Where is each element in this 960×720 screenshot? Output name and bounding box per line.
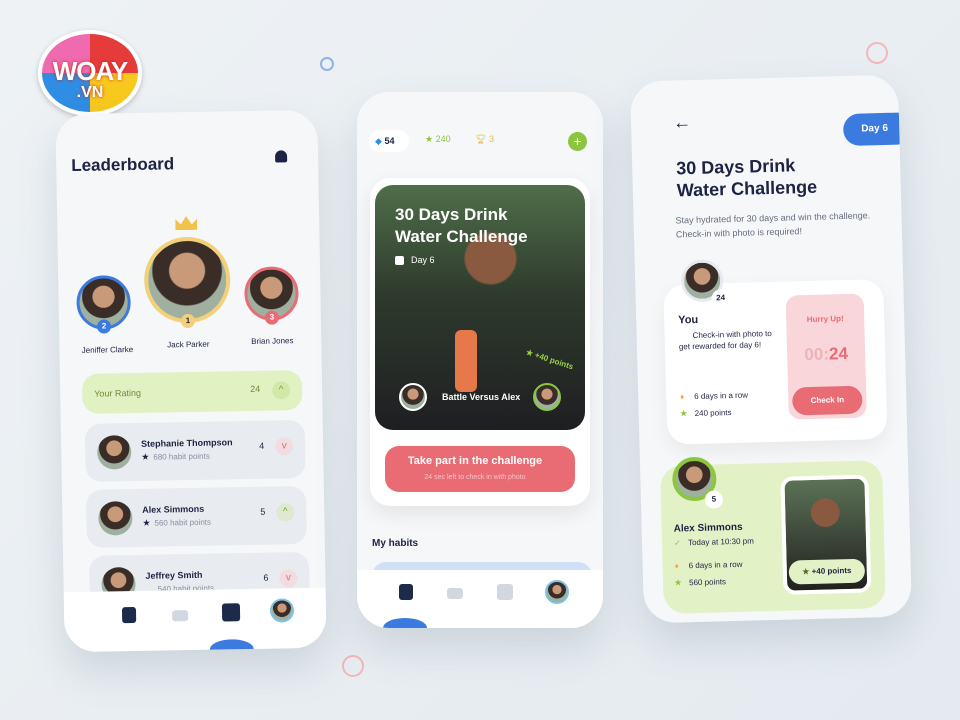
fire-icon: ♦ — [680, 392, 685, 402]
star-icon: ★ — [141, 451, 150, 462]
podium-name: Jack Parker — [167, 339, 210, 350]
diamond-icon: ◆ — [375, 136, 382, 146]
decor-circle — [320, 57, 334, 71]
alex-card: 5 Alex Simmons ✓ Today at 10:30 pm ♦ 6 d… — [660, 456, 886, 614]
gamepad-icon[interactable] — [447, 588, 463, 599]
chevron-down-icon[interactable]: v — [279, 569, 298, 588]
crown-icon — [175, 216, 197, 230]
star-icon: ★ — [425, 134, 434, 144]
hurry-card: Hurry Up! 00:24 Check In — [785, 293, 867, 420]
challenge-detail-screen: ← Day 6 30 Days Drink Water Challenge St… — [629, 74, 913, 624]
table-row[interactable]: Stephanie Thompson 680 habit points ★ 4 … — [84, 420, 306, 482]
logo: WOAY .VN — [38, 30, 142, 116]
gems-stat: ◆ 54 — [369, 130, 409, 152]
decor-circle — [866, 42, 888, 64]
countdown: 00:24 — [804, 343, 849, 365]
challenge-photo: 30 Days Drink Water Challenge Day 6 ★ +4… — [375, 185, 585, 430]
bottom-nav — [63, 587, 327, 653]
stars-stat: ★ 240 — [425, 134, 451, 144]
avatar[interactable] — [399, 383, 427, 411]
calendar-icon — [395, 256, 404, 265]
add-button[interactable]: + — [568, 132, 587, 151]
day-pill: Day 6 — [842, 112, 913, 147]
trophies-stat: 🏆︎ 3 — [475, 134, 494, 144]
bell-icon[interactable] — [274, 150, 288, 163]
chevron-up-icon[interactable]: ^ — [272, 381, 291, 400]
avatar[interactable] — [143, 236, 231, 324]
chevron-up-icon[interactable]: ^ — [276, 503, 295, 522]
avatar[interactable] — [533, 383, 561, 411]
bottle — [455, 330, 477, 392]
your-rating-bar[interactable]: Your Rating 24 ^ — [81, 370, 303, 414]
gamepad-icon[interactable] — [172, 610, 189, 622]
home-screen: ◆ 54 ★ 240 🏆︎ 3 + 30 Days Drink Water Ch… — [357, 92, 603, 628]
podium-name: Jeniffer Clarke — [81, 345, 134, 355]
star-icon: ★ — [802, 567, 810, 577]
cards-icon[interactable] — [121, 606, 137, 624]
active-indicator — [209, 638, 254, 653]
podium-name: Brian Jones — [251, 336, 294, 346]
reward-label: ★ +40 points — [524, 347, 575, 372]
active-indicator — [383, 618, 427, 628]
cards-icon[interactable] — [399, 584, 413, 600]
check-icon: ✓ — [673, 538, 681, 548]
avatar — [98, 501, 133, 536]
profile-avatar[interactable] — [269, 598, 295, 623]
star-icon: ★ — [142, 517, 151, 528]
decor-circle — [342, 655, 364, 677]
avatar — [96, 435, 132, 470]
star-icon: ★ — [673, 577, 683, 588]
checkin-photo[interactable]: ★ +40 points — [780, 474, 872, 595]
table-row[interactable]: Alex Simmons 560 habit points ★ 5 ^ — [85, 486, 307, 548]
bottom-nav — [357, 570, 603, 628]
star-icon: ★ — [679, 408, 688, 419]
you-card: 24 You Check-in with photo to get reward… — [663, 259, 888, 445]
section-title: My habits — [372, 538, 419, 549]
trophy-icon: 🏆︎ — [475, 134, 487, 144]
reward-chip: ★ +40 points — [788, 558, 866, 585]
leaderboard-icon[interactable] — [497, 584, 513, 600]
check-in-button[interactable]: Check In — [792, 385, 863, 416]
profile-avatar[interactable] — [545, 580, 569, 604]
page-title: Leaderboard — [71, 154, 175, 176]
back-arrow-icon[interactable]: ← — [673, 112, 692, 133]
chevron-down-icon[interactable]: v — [274, 437, 294, 456]
leaderboard-screen: Leaderboard 2 1 3 Jeniffer Clarke Jack P… — [55, 109, 327, 653]
take-part-button[interactable]: Take part in the challenge 24 sec left t… — [385, 446, 575, 492]
leaderboard-icon[interactable] — [221, 603, 241, 622]
fire-icon: ♦ — [674, 561, 679, 571]
challenge-card[interactable]: 30 Days Drink Water Challenge Day 6 ★ +4… — [370, 178, 590, 506]
